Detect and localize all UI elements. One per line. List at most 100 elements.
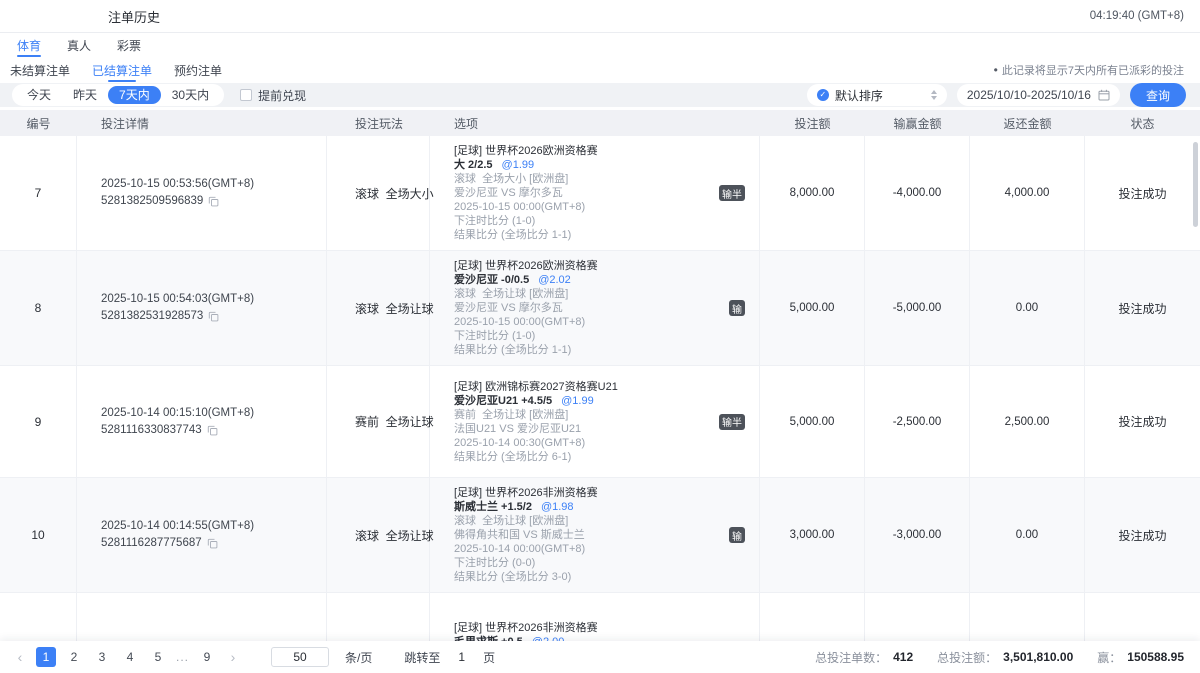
option-detail-line: 爱沙尼亚 VS 摩尔多瓦 [454,301,719,315]
pick-selection: 爱沙尼亚 -0/0.5 [454,273,529,287]
pick-selection: 大 2/2.5 [454,158,493,172]
total-win-label: 赢： [1097,649,1121,666]
bet-time: 2025-10-14 00:14:55(GMT+8) [101,518,254,535]
copy-icon[interactable] [208,196,219,207]
option-detail-line: 法国U21 VS 爱沙尼亚U21 [454,422,719,436]
table-row: 10 2025-10-14 00:14:55(GMT+8) 5281116287… [0,478,1200,593]
status-text: 投注成功 [1085,478,1200,592]
bet-time: 2025-10-14 00:15:10(GMT+8) [101,405,254,422]
bet-order-id: 5281382509596839 [101,193,203,210]
query-button[interactable]: 查询 [1130,83,1186,107]
table-row: 7 2025-10-15 00:53:56(GMT+8) 52813825095… [0,136,1200,251]
jump-page-input[interactable]: 1 [458,650,465,664]
sort-select-value: 默认排序 [835,87,925,104]
page-size-input[interactable] [271,647,329,667]
copy-icon[interactable] [207,538,218,549]
option-detail-line: 滚球 全场让球 [欧洲盘] [454,514,719,528]
jump-to-label: 跳转至 [404,649,440,666]
winloss-amount: -2,500.00 [865,366,970,477]
bet-detail-cell: 2025-10-15 00:53:56(GMT+8) 5281382509596… [77,136,327,250]
date-range-value: 2025/10/10-2025/10/16 [967,88,1091,102]
range-30days[interactable]: 30天内 [161,86,220,104]
status-text: 投注成功 [1085,251,1200,365]
totals-summary: 总投注单数： 412 总投注额： 3,501,810.00 赢： 150588.… [815,649,1184,666]
pick-selection: 爱沙尼亚U21 +4.5/5 [454,394,552,408]
copy-icon[interactable] [207,425,218,436]
page-button-2[interactable]: 2 [64,647,84,667]
bet-option-cell: [足球] 世界杯2026欧洲资格赛 大 2/2.5 @1.99 滚球 全场大小 … [430,136,760,250]
jump-page-unit: 页 [483,649,495,666]
page-button-5[interactable]: 5 [148,647,168,667]
tab-sports[interactable]: 体育 [17,33,41,57]
pick-selection: 斯威士兰 +1.5/2 [454,500,532,514]
row-number: 10 [0,478,77,592]
page-ellipsis: ... [176,650,189,664]
record-note: • 此记录将显示7天内所有已派彩的投注 [994,62,1184,78]
winloss-amount: -3,000.00 [865,478,970,592]
page-size-unit: 条/页 [345,649,372,666]
option-detail-line: 2025-10-15 00:00(GMT+8) [454,200,719,214]
league-name: [足球] 欧洲锦标赛2027资格赛U21 [454,380,719,394]
col-header-play: 投注玩法 [327,110,430,136]
sort-select[interactable]: ✓ 默认排序 [807,84,947,106]
option-detail-line: 结果比分 (全场比分 6-1) [454,450,719,464]
col-header-pnl: 输赢金额 [865,110,970,136]
copy-icon[interactable] [208,311,219,322]
col-header-option: 选项 [430,110,760,136]
option-detail-line: 下注时比分 (1-0) [454,214,719,228]
range-yesterday[interactable]: 昨天 [62,86,108,104]
bet-order-id: 5281382531928573 [101,308,203,325]
page-button-9[interactable]: 9 [197,647,217,667]
league-name: [足球] 世界杯2026欧洲资格赛 [454,144,719,158]
bet-option-cell: [足球] 世界杯2026欧洲资格赛 爱沙尼亚 -0/0.5 @2.02 滚球 全… [430,251,760,365]
sort-arrows-icon [931,90,937,100]
filter-bar: 今天 昨天 7天内 30天内 提前兑现 ✓ 默认排序 2025/10/10-20… [0,83,1200,107]
result-badge: 输 [729,300,745,316]
row-number: 9 [0,366,77,477]
tab-lottery[interactable]: 彩票 [117,33,141,57]
total-count-value: 412 [893,650,913,664]
bets-table: 编号 投注详情 投注玩法 选项 投注额 输赢金额 返还金额 状态 7 2025-… [0,110,1200,673]
league-name: [足球] 世界杯2026欧洲资格赛 [454,259,719,273]
range-7days[interactable]: 7天内 [108,86,161,104]
filter-bar-right: ✓ 默认排序 2025/10/10-2025/10/16 查询 [807,83,1186,107]
bet-play-cell: 滚球 全场让球 [327,478,430,592]
odds-value: @1.99 [561,394,594,408]
page-button-1[interactable]: 1 [36,647,56,667]
option-detail-line: 2025-10-14 00:30(GMT+8) [454,436,719,450]
league-name: [足球] 世界杯2026非洲资格赛 [454,621,719,635]
tab-live[interactable]: 真人 [67,33,91,57]
bet-time: 2025-10-15 00:54:03(GMT+8) [101,291,254,308]
vertical-scrollbar[interactable] [1193,142,1198,227]
early-cashout-checkbox[interactable] [240,89,252,101]
bet-detail-cell: 2025-10-14 00:15:10(GMT+8) 5281116330837… [77,366,327,477]
prev-page-icon[interactable]: ‹ [12,650,28,664]
winloss-amount: -5,000.00 [865,251,970,365]
subtab-unsettled[interactable]: 未结算注单 [10,57,70,83]
order-history-page: 注单历史 04:19:40 (GMT+8) 体育 真人 彩票 未结算注单 已结算… [0,0,1200,673]
next-page-icon[interactable]: › [225,650,241,664]
league-name: [足球] 世界杯2026非洲资格赛 [454,486,719,500]
bet-play-cell: 滚球 全场大小 [327,136,430,250]
date-range-picker[interactable]: 2025/10/10-2025/10/16 [957,84,1120,106]
returned-amount: 0.00 [970,478,1085,592]
subtab-reserved[interactable]: 预约注单 [174,57,222,83]
early-cashout-filter[interactable]: 提前兑现 [240,87,306,104]
option-detail-line: 滚球 全场让球 [欧洲盘] [454,287,719,301]
page-title: 注单历史 [108,7,160,26]
server-time: 04:19:40 (GMT+8) [1090,10,1184,22]
table-body: 7 2025-10-15 00:53:56(GMT+8) 52813825095… [0,136,1200,673]
row-number: 8 [0,251,77,365]
result-badge: 输半 [719,414,745,430]
table-header: 编号 投注详情 投注玩法 选项 投注额 输赢金额 返还金额 状态 [0,110,1200,136]
page-button-4[interactable]: 4 [120,647,140,667]
bet-option-cell: [足球] 欧洲锦标赛2027资格赛U21 爱沙尼亚U21 +4.5/5 @1.9… [430,366,760,477]
col-header-detail: 投注详情 [77,110,327,136]
result-badge: 输 [729,527,745,543]
check-circle-icon: ✓ [817,89,829,101]
returned-amount: 2,500.00 [970,366,1085,477]
option-detail-line: 2025-10-15 00:00(GMT+8) [454,315,719,329]
range-today[interactable]: 今天 [16,86,62,104]
page-button-3[interactable]: 3 [92,647,112,667]
subtab-settled[interactable]: 已结算注单 [92,57,152,83]
